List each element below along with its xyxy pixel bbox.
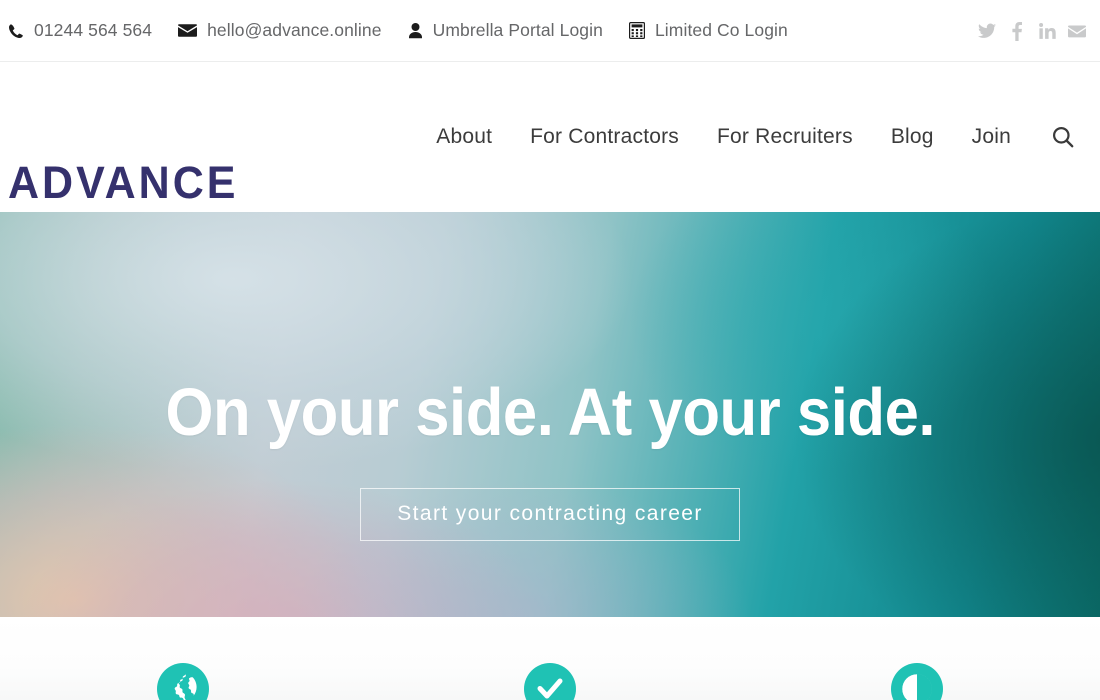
contrast-circle-icon [890, 663, 943, 700]
topbar-phone-label: 01244 564 564 [34, 20, 153, 40]
hero-headline: On your side. At your side. [165, 375, 935, 450]
email-icon[interactable] [1068, 21, 1086, 41]
facebook-icon[interactable] [1008, 21, 1026, 41]
logo-wordmark: ADVANCE [8, 157, 239, 209]
hero-banner: On your side. At your side. Start your c… [0, 212, 1100, 617]
topbar-email[interactable]: hello@advance.online [178, 20, 381, 41]
top-utility-bar: 01244 564 564 hello@advance.online Umbre… [0, 0, 1100, 62]
topbar-social-links [978, 0, 1086, 62]
topbar-umbrella-login[interactable]: Umbrella Portal Login [408, 20, 603, 41]
search-icon[interactable] [1030, 126, 1082, 148]
hero-cta-button[interactable]: Start your contracting career [360, 488, 740, 541]
envelope-icon [178, 23, 198, 38]
main-navigation: About For Contractors For Recruiters Blo… [417, 62, 1082, 212]
phone-icon [8, 23, 24, 39]
features-strip [0, 617, 1100, 700]
twitter-icon[interactable] [978, 21, 996, 41]
nav-item-for-contractors[interactable]: For Contractors [511, 125, 698, 149]
globe-icon [157, 663, 210, 700]
nav-item-for-recruiters[interactable]: For Recruiters [698, 125, 872, 149]
topbar-phone[interactable]: 01244 564 564 [8, 20, 152, 41]
feature-check[interactable] [367, 617, 734, 700]
topbar-limited-login[interactable]: Limited Co Login [628, 20, 788, 41]
check-circle-icon [524, 663, 576, 700]
topbar-email-label: hello@advance.online [207, 20, 382, 40]
page-root: 01244 564 564 hello@advance.online Umbre… [0, 0, 1100, 700]
user-icon [408, 22, 423, 39]
feature-contrast[interactable] [733, 617, 1100, 700]
nav-item-blog[interactable]: Blog [872, 125, 953, 149]
feature-globe[interactable] [0, 617, 367, 700]
nav-item-join[interactable]: Join [953, 125, 1030, 149]
hero-content: On your side. At your side. Start your c… [0, 212, 1100, 617]
topbar-limited-login-label: Limited Co Login [654, 20, 788, 40]
calculator-icon [628, 22, 645, 39]
nav-item-about[interactable]: About [417, 125, 511, 149]
topbar-umbrella-login-label: Umbrella Portal Login [432, 20, 603, 40]
site-header: ADVANCE trust the experts About For Cont… [0, 62, 1100, 237]
linkedin-icon[interactable] [1038, 21, 1056, 41]
topbar-contact-links: 01244 564 564 hello@advance.online Umbre… [0, 20, 814, 41]
